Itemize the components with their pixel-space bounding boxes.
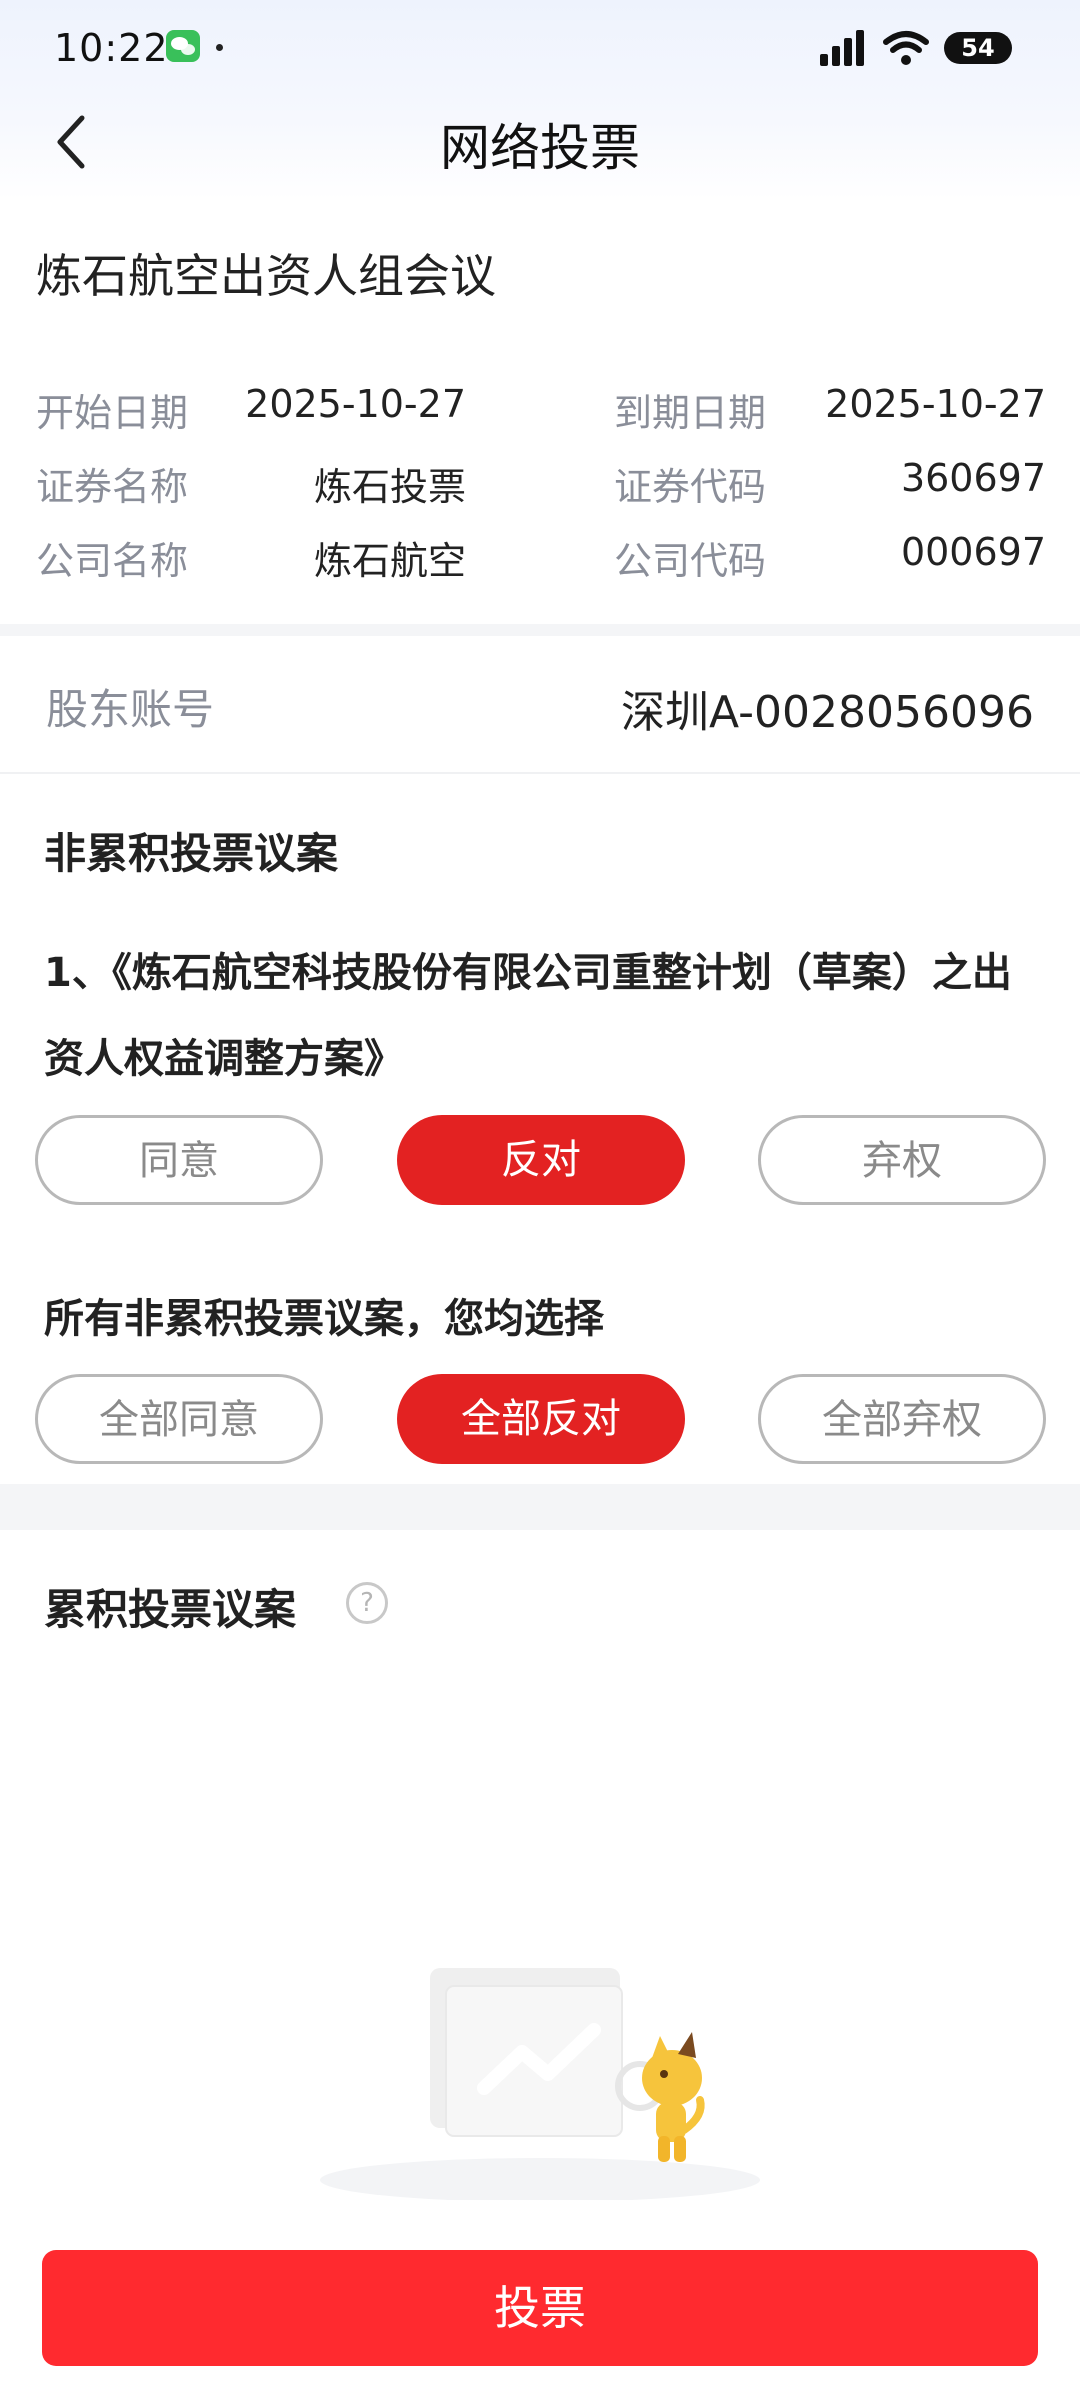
agree-all-button[interactable]: 全部同意 [35,1374,323,1464]
oppose-button[interactable]: 反对 [397,1115,685,1205]
oppose-all-button[interactable]: 全部反对 [397,1374,685,1464]
wifi-icon [883,31,929,65]
security-name-label: 证券名称 [36,465,189,509]
vote-button[interactable]: 投票 [42,2250,1038,2366]
signal-icon [820,30,868,66]
company-name-value: 炼石航空 [313,539,466,583]
notification-dot-icon [216,44,223,51]
abstain-button[interactable]: 弃权 [758,1115,1046,1205]
security-code-label: 证券代码 [614,465,767,509]
company-code-label: 公司代码 [614,539,767,583]
start-date-value: 2025-10-27 [245,382,466,426]
section-divider [0,624,1080,636]
security-code-value: 360697 [900,456,1046,500]
wechat-icon [166,30,200,62]
empty-state-illustration [320,1968,760,2200]
cumulative-title: 累积投票议案 [44,1585,297,1634]
battery-icon: 54 [944,32,1012,64]
proposal-text: 1、《炼石航空科技股份有限公司重整计划（草案）之出资人权益调整方案》 [44,950,1012,1082]
page-title: 网络投票 [440,119,640,177]
status-time: 10:22 [54,26,169,70]
hairline-divider [0,772,1080,774]
meeting-title: 炼石航空出资人组会议 [36,249,496,303]
bulk-choice-title: 所有非累积投票议案，您均选择 [44,1296,604,1342]
account-value: 深圳A-0028056096 [621,687,1034,738]
company-name-label: 公司名称 [36,539,189,583]
start-date-label: 开始日期 [36,391,189,435]
agree-button[interactable]: 同意 [35,1115,323,1205]
non-cumulative-title: 非累积投票议案 [44,829,339,878]
account-label: 股东账号 [46,685,215,734]
question-circle-icon[interactable]: ? [346,1582,388,1624]
section-divider [0,1484,1080,1530]
end-date-label: 到期日期 [614,391,767,435]
company-code-value: 000697 [900,530,1046,574]
abstain-all-button[interactable]: 全部弃权 [758,1374,1046,1464]
security-name-value: 炼石投票 [313,465,466,509]
end-date-value: 2025-10-27 [825,382,1046,426]
